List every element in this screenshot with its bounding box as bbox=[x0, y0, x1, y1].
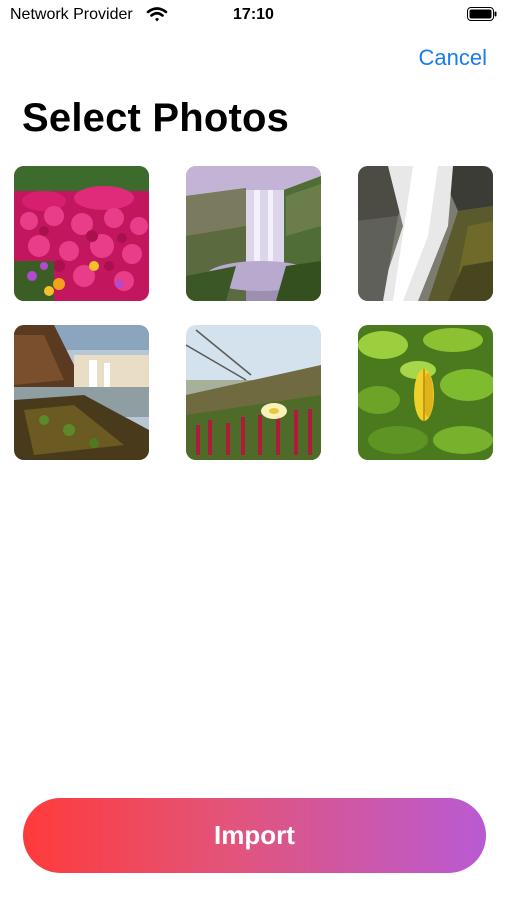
photo-meadow-flowers-icon[interactable] bbox=[186, 325, 321, 460]
photo-flowers-icon[interactable] bbox=[14, 166, 149, 301]
page-title: Select Photos bbox=[22, 96, 290, 140]
battery-icon bbox=[467, 7, 497, 21]
status-bar: Network Provider 17:10 bbox=[0, 0, 507, 30]
photo-waterfall-icon[interactable] bbox=[186, 166, 321, 301]
status-time: 17:10 bbox=[233, 6, 274, 23]
photo-leaves-icon[interactable] bbox=[358, 325, 493, 460]
photo-waterfall-coast-icon[interactable] bbox=[14, 325, 149, 460]
import-button[interactable]: Import bbox=[23, 798, 486, 873]
photo-waterfall-rocks-icon[interactable] bbox=[358, 166, 493, 301]
cancel-button[interactable]: Cancel bbox=[419, 45, 487, 71]
